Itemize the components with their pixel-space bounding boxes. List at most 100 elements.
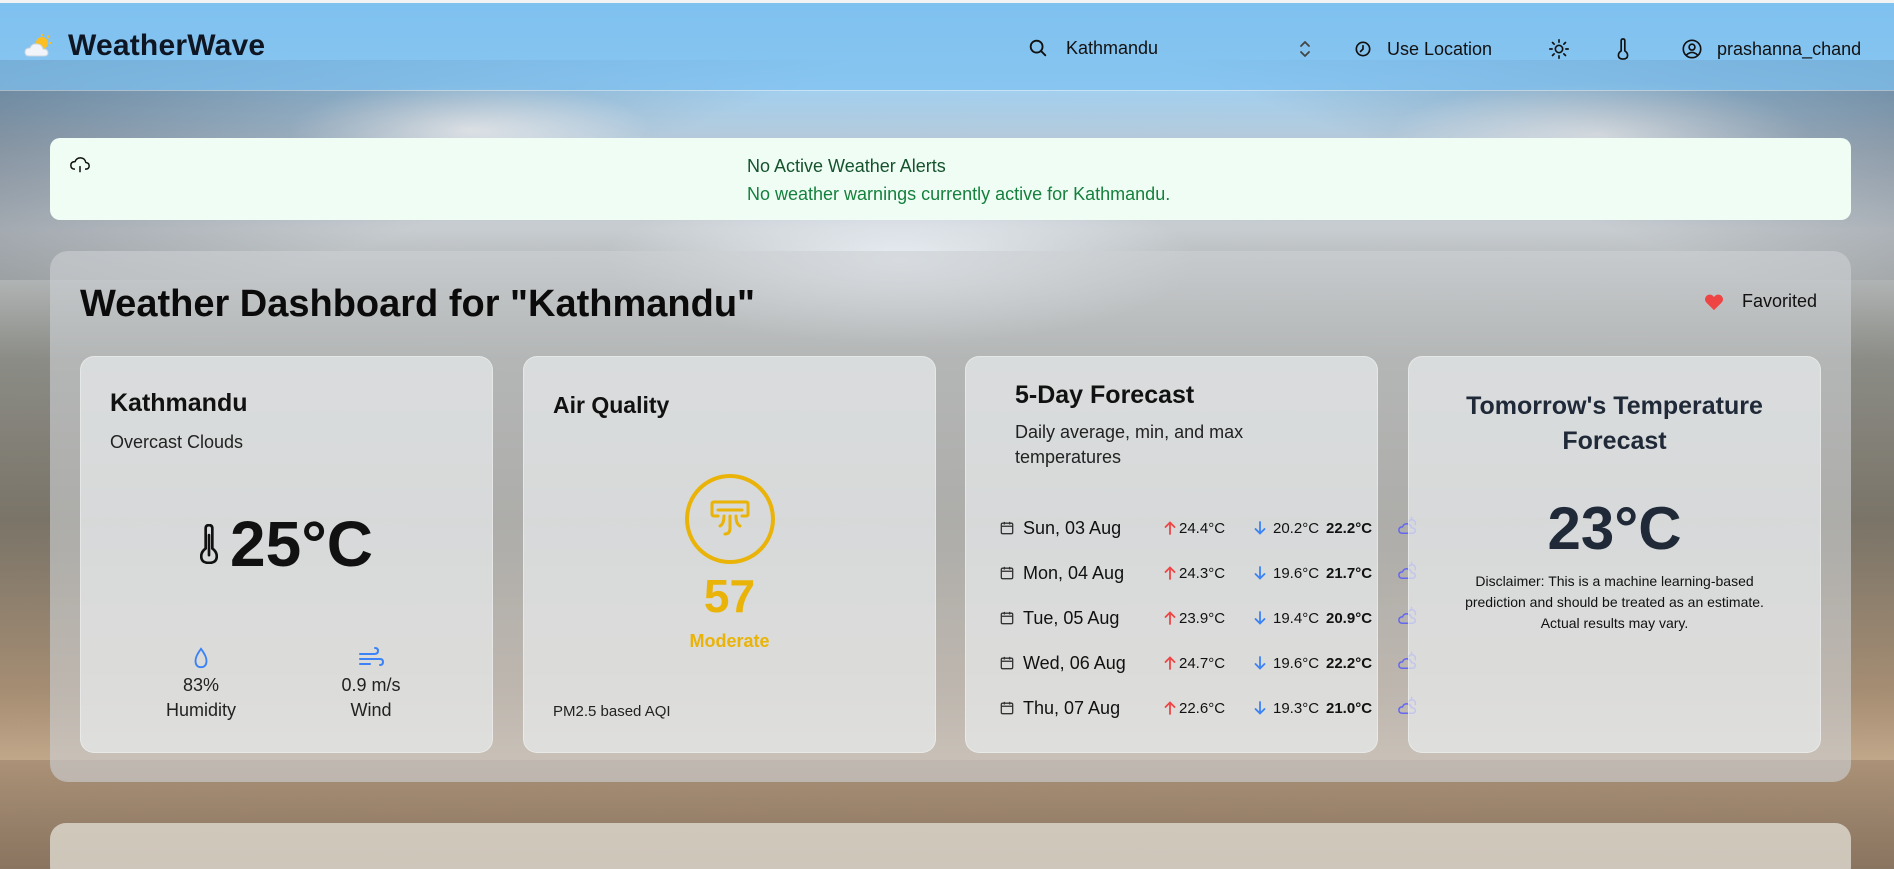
forecast-card: 5-Day Forecast Daily average, min, and m… xyxy=(965,356,1417,753)
city-search-combobox[interactable] xyxy=(1026,31,1316,65)
alert-message: No weather warnings currently active for… xyxy=(747,184,1171,204)
forecast-subtitle: Daily average, min, and max temperatures xyxy=(1015,422,1244,467)
secondary-panel xyxy=(50,823,1851,869)
wind-stat: 0.9 m/s Wind xyxy=(321,647,421,723)
forecast-row: Sun, 03 Aug 24.4°C 20.2°C 22.2°C xyxy=(1000,515,1417,541)
forecast-day: Thu, 07 Aug xyxy=(1023,697,1121,718)
arrow-down-icon xyxy=(1254,701,1266,715)
tomorrow-temperature: 23°C xyxy=(1547,495,1682,562)
air-vent-icon xyxy=(710,500,750,538)
aqi-footer: PM2.5 based AQI xyxy=(553,703,671,720)
arrow-up-icon xyxy=(1164,701,1176,715)
thermometer-icon xyxy=(1616,38,1630,60)
forecast-max: 24.4°C xyxy=(1164,520,1225,537)
alert-title: No Active Weather Alerts xyxy=(747,156,946,176)
forecast-min: 19.3°C xyxy=(1254,700,1319,717)
arrow-down-icon xyxy=(1254,566,1266,580)
forecast-avg-value: 22.2°C xyxy=(1326,654,1373,672)
wind-value: 0.9 m/s xyxy=(341,675,401,695)
forecast-day: Wed, 06 Aug xyxy=(1023,652,1126,673)
calendar-icon xyxy=(1000,611,1014,625)
calendar-icon xyxy=(1000,566,1014,580)
forecast-max: 24.3°C xyxy=(1164,565,1225,582)
location-icon xyxy=(1353,39,1373,59)
forecast-row: Thu, 07 Aug 22.6°C 19.3°C 21.0°C xyxy=(1000,695,1417,721)
arrow-up-icon xyxy=(1164,656,1176,670)
forecast-max: 24.7°C xyxy=(1164,655,1225,672)
forecast-min: 19.6°C xyxy=(1254,565,1319,582)
unit-toggle-button[interactable] xyxy=(1616,31,1630,67)
forecast-min: 19.4°C xyxy=(1254,610,1319,627)
forecast-min-value: 19.4°C xyxy=(1273,609,1320,627)
air-quality-card: Air Quality 57 Moderate PM2.5 based AQI xyxy=(523,356,936,753)
aqi-level: Moderate xyxy=(689,631,770,651)
brand-title: WeatherWave xyxy=(68,29,266,62)
humidity-stat: 83% Humidity xyxy=(151,647,251,723)
arrow-down-icon xyxy=(1254,611,1266,625)
forecast-max-value: 23.9°C xyxy=(1179,609,1226,627)
thermometer-icon xyxy=(200,524,218,564)
sun-cloud-icon xyxy=(24,34,54,58)
arrow-down-icon xyxy=(1254,656,1266,670)
search-input[interactable] xyxy=(1066,33,1286,63)
city-name: Kathmandu xyxy=(110,389,248,417)
forecast-min-value: 19.6°C xyxy=(1273,654,1320,672)
forecast-avg-value: 22.2°C xyxy=(1326,519,1373,537)
favorite-button[interactable]: Favorited xyxy=(1704,291,1817,312)
search-icon xyxy=(1026,36,1050,60)
forecast-day: Mon, 04 Aug xyxy=(1023,562,1125,583)
sun-icon xyxy=(1548,38,1570,60)
forecast-min-value: 19.6°C xyxy=(1273,564,1320,582)
use-location-button[interactable]: Use Location xyxy=(1353,31,1492,67)
weather-description: Overcast Clouds xyxy=(110,432,244,452)
arrow-up-icon xyxy=(1164,566,1176,580)
user-menu-button[interactable]: prashanna_chand xyxy=(1681,31,1861,67)
forecast-min: 19.6°C xyxy=(1254,655,1319,672)
current-weather-card: Kathmandu Overcast Clouds 25°C 83% Humid… xyxy=(80,356,493,753)
air-quality-title: Air Quality xyxy=(553,392,670,418)
aqi-value: 57 xyxy=(703,570,756,622)
prediction-disclaimer: Disclaimer: This is a machine learning-b… xyxy=(1465,573,1764,631)
forecast-avg-value: 21.0°C xyxy=(1326,699,1373,717)
username: prashanna_chand xyxy=(1717,38,1862,59)
top-navbar: WeatherWave Use Location xyxy=(0,0,1894,90)
aqi-indicator xyxy=(685,474,775,564)
arrow-up-icon xyxy=(1164,611,1176,625)
wind-icon xyxy=(321,647,421,671)
forecast-min: 20.2°C xyxy=(1254,520,1319,537)
arrow-up-icon xyxy=(1164,521,1176,535)
forecast-min-value: 19.3°C xyxy=(1273,699,1320,717)
heart-icon xyxy=(1704,293,1724,311)
cloud-icon xyxy=(70,156,90,174)
weather-alert-banner: No Active Weather Alerts No weather warn… xyxy=(50,138,1851,220)
forecast-max: 23.9°C xyxy=(1164,610,1225,627)
forecast-max-value: 24.4°C xyxy=(1179,519,1226,537)
tomorrow-title: Tomorrow's Temperature Forecast xyxy=(1466,392,1763,455)
forecast-day: Sun, 03 Aug xyxy=(1023,517,1122,538)
use-location-label: Use Location xyxy=(1387,38,1493,59)
brand[interactable]: WeatherWave xyxy=(24,29,265,63)
humidity-label: Humidity xyxy=(165,700,236,720)
forecast-day: Tue, 05 Aug xyxy=(1023,607,1120,628)
forecast-max-value: 24.7°C xyxy=(1179,654,1226,672)
user-circle-icon xyxy=(1681,38,1703,60)
forecast-row: Wed, 06 Aug 24.7°C 19.6°C 22.2°C xyxy=(1000,650,1417,676)
wind-label: Wind xyxy=(350,700,392,720)
forecast-row: Mon, 04 Aug 24.3°C 19.6°C 21.7°C xyxy=(1000,560,1417,586)
forecast-max: 22.6°C xyxy=(1164,700,1225,717)
forecast-max-value: 24.3°C xyxy=(1179,564,1226,582)
calendar-icon xyxy=(1000,701,1014,715)
forecast-avg-value: 21.7°C xyxy=(1326,564,1373,582)
chevron-up-down-icon[interactable] xyxy=(1293,37,1317,61)
current-temperature: 25°C xyxy=(230,508,373,580)
calendar-icon xyxy=(1000,656,1014,670)
forecast-title: 5-Day Forecast xyxy=(1015,381,1195,409)
weather-dashboard: Weather Dashboard for "Kathmandu" Favori… xyxy=(50,251,1851,782)
arrow-down-icon xyxy=(1254,521,1266,535)
theme-toggle-button[interactable] xyxy=(1548,31,1570,67)
tomorrow-forecast-card: Tomorrow's Temperature Forecast 23°C Dis… xyxy=(1408,356,1821,753)
humidity-value: 83% xyxy=(182,675,220,695)
page-title: Weather Dashboard for "Kathmandu" xyxy=(80,283,756,325)
forecast-min-value: 20.2°C xyxy=(1273,519,1320,537)
forecast-row: Tue, 05 Aug 23.9°C 19.4°C 20.9°C xyxy=(1000,605,1417,631)
